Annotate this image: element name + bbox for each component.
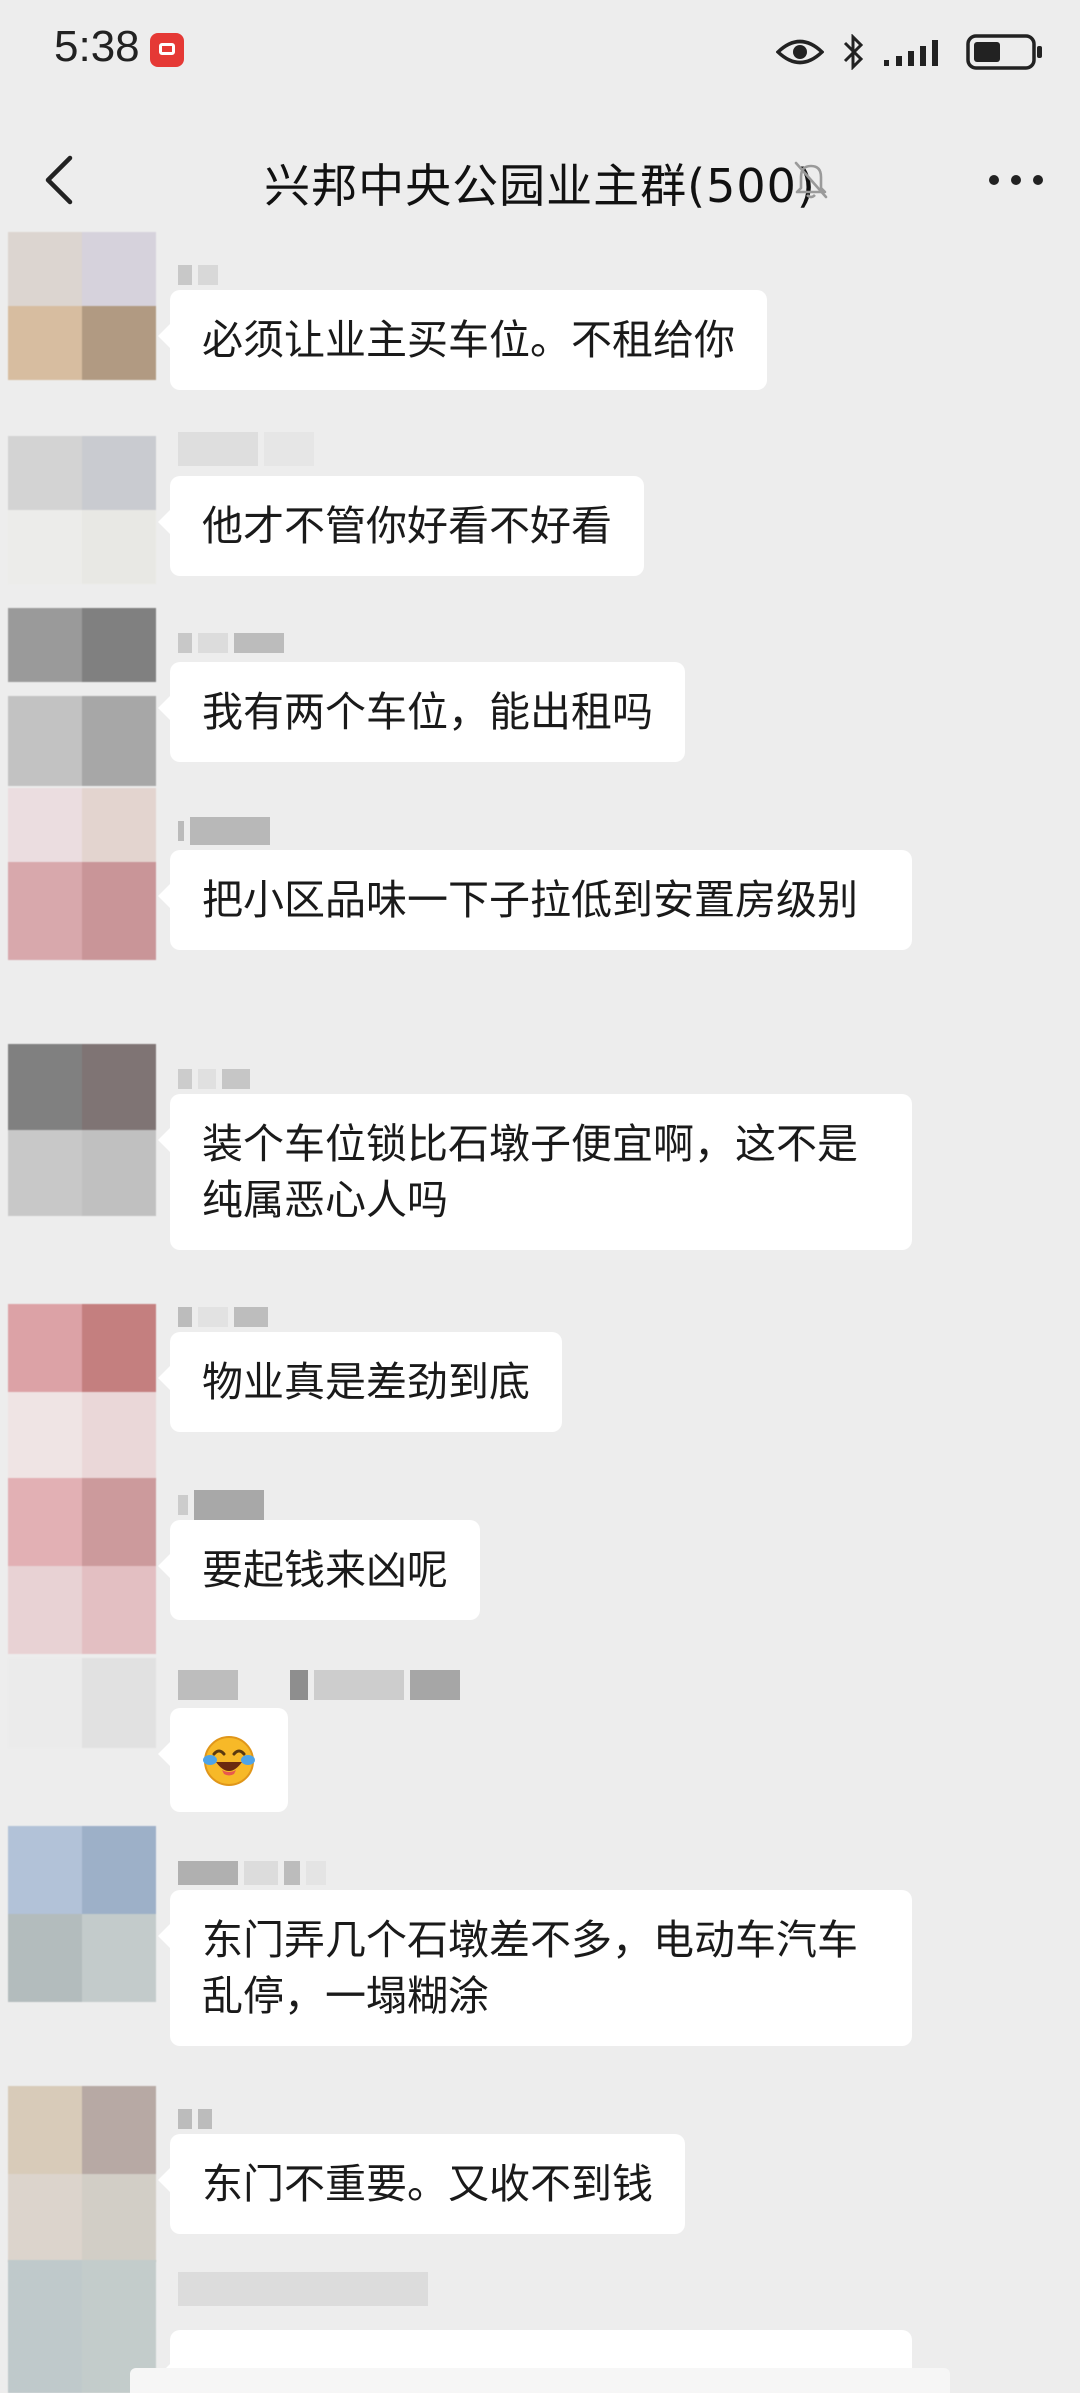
avatar[interactable]: [8, 1478, 156, 1654]
avatar[interactable]: [8, 1658, 156, 1748]
sender-name: [178, 1860, 326, 1886]
sender-name: [178, 1490, 264, 1520]
mute-bell-icon: [794, 161, 828, 199]
avatar[interactable]: [8, 2086, 156, 2262]
message-bubble[interactable]: 东门不重要。又收不到钱: [158, 2134, 685, 2234]
sender-name: [178, 262, 218, 288]
chat-header: 兴邦中央公园业主群(500): [0, 130, 1080, 230]
message-bubble[interactable]: 要起钱来凶呢: [158, 1520, 480, 1620]
message-bubble[interactable]: [158, 1708, 288, 1812]
message-bubble[interactable]: 物业真是差劲到底: [158, 1332, 562, 1432]
avatar[interactable]: [8, 1826, 156, 2002]
sender-name: [178, 2272, 428, 2306]
chat-title: 兴邦中央公园业主群(500): [264, 159, 816, 213]
avatar[interactable]: [8, 436, 156, 584]
eye-icon: [776, 39, 824, 65]
bluetooth-icon: [843, 34, 864, 70]
sender-name: [178, 817, 270, 845]
message-bubble[interactable]: 把小区品味一下子拉低到安置房级别: [158, 850, 912, 950]
sender-name: [178, 1670, 460, 1700]
more-options-button[interactable]: [988, 174, 1044, 186]
sender-name: [178, 1066, 250, 1092]
status-icons: [776, 24, 1044, 80]
sender-name: [178, 1304, 268, 1330]
avatar[interactable]: [8, 788, 156, 960]
message-bubble[interactable]: 我有两个车位，能出租吗: [158, 662, 685, 762]
avatar[interactable]: [8, 1304, 156, 1480]
status-bar: 5:38: [0, 0, 1080, 110]
sender-name: [178, 2106, 212, 2132]
signal-icon: [884, 40, 938, 66]
status-time: 5:38: [54, 22, 140, 71]
avatar[interactable]: [8, 608, 156, 786]
sender-name: [178, 432, 314, 466]
battery-icon: [966, 34, 1042, 70]
input-bar-edge: [130, 2368, 950, 2393]
message-bubble[interactable]: 他才不管你好看不好看: [158, 476, 644, 576]
crying-laughing-emoji-icon: [203, 1736, 255, 1786]
message-list[interactable]: 必须让业主买车位。不租给你 他才不管你好看不好看 我有两个车位，能出租吗 把小区…: [0, 230, 1080, 2393]
notification-icon: [150, 33, 184, 67]
message-bubble[interactable]: 必须让业主买车位。不租给你: [158, 290, 767, 390]
avatar[interactable]: [8, 232, 156, 380]
message-bubble[interactable]: 装个车位锁比石墩子便宜啊，这不是纯属恶心人吗: [158, 1094, 912, 1250]
avatar[interactable]: [8, 1044, 156, 1216]
message-bubble[interactable]: 东门弄几个石墩差不多，电动车汽车乱停，一塌糊涂: [158, 1890, 912, 2046]
sender-name: [178, 630, 284, 656]
